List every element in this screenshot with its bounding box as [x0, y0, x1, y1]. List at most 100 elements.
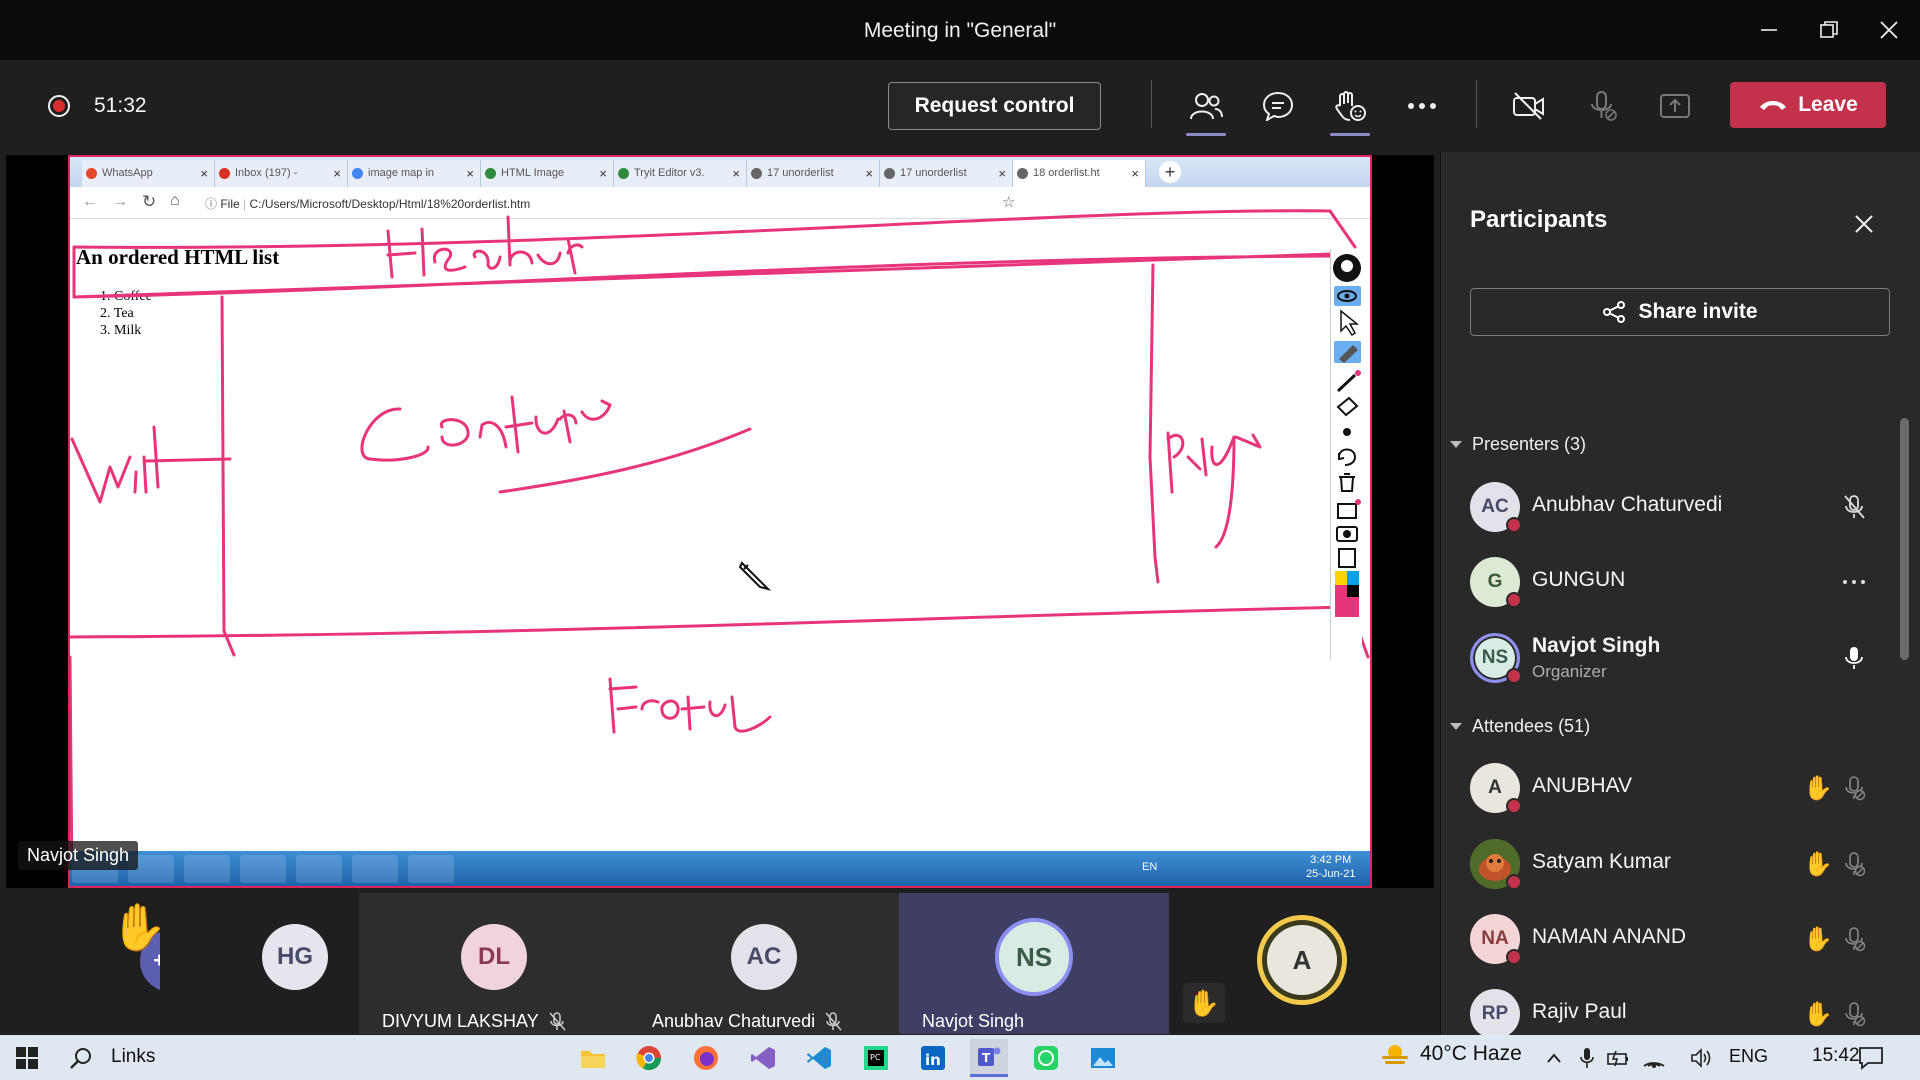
participant-row[interactable]: G GUNGUN — [1470, 552, 1880, 612]
pycharm-icon[interactable]: PC — [857, 1039, 895, 1077]
participant-name: Anubhav Chaturvedi — [1532, 493, 1723, 516]
meeting-timer: 51:32 — [94, 94, 147, 117]
share-tray-icon — [1660, 94, 1690, 118]
vscode-icon[interactable] — [800, 1039, 838, 1077]
participant-tile[interactable]: ✋ A — [1169, 893, 1439, 1034]
status-badge — [1506, 592, 1522, 608]
chat-icon — [1262, 91, 1294, 121]
status-badge — [1506, 949, 1522, 965]
leave-button[interactable]: Leave — [1730, 82, 1886, 128]
more-options-button[interactable] — [1840, 568, 1868, 596]
whatsapp-icon[interactable] — [1027, 1039, 1065, 1077]
notification-icon — [1859, 1047, 1883, 1070]
tile-name: Navjot Singh — [922, 1011, 1024, 1032]
more-icon — [1843, 580, 1865, 584]
restore-icon — [1820, 21, 1838, 38]
volume-icon[interactable] — [1688, 1039, 1716, 1077]
tray-mic-icon[interactable] — [1574, 1039, 1600, 1077]
tile-name: Anubhav Chaturvedi — [652, 1011, 843, 1032]
ink-right-word — [1166, 431, 1262, 549]
participants-button[interactable] — [1184, 84, 1228, 136]
photos-icon[interactable] — [1084, 1039, 1122, 1077]
weather-text: 40°C Haze — [1420, 1042, 1522, 1065]
close-icon — [1855, 215, 1873, 233]
wifi-icon[interactable] — [1640, 1039, 1668, 1077]
haze-icon — [1382, 1045, 1408, 1064]
close-window-button[interactable] — [1860, 0, 1918, 60]
request-control-button[interactable]: Request control — [888, 82, 1101, 130]
close-icon — [1880, 21, 1898, 39]
participant-row[interactable]: NS Navjot Singh Organizer — [1470, 628, 1880, 688]
panel-close-button[interactable] — [1850, 210, 1878, 238]
ink-center-line — [498, 427, 752, 494]
participant-row[interactable]: AC Anubhav Chaturvedi — [1470, 477, 1880, 537]
svg-text:in: in — [925, 1051, 941, 1069]
weather-widget[interactable]: 40°C Haze — [1380, 1042, 1522, 1066]
annotation-toolbar — [1330, 249, 1362, 659]
ink-left-column — [220, 295, 236, 657]
avatar: HG — [262, 924, 328, 990]
mic-off-icon — [549, 1011, 566, 1030]
ink-annotations — [70, 209, 1370, 886]
participant-tile-speaking[interactable]: NS Navjot Singh — [899, 893, 1169, 1034]
ink-header-word — [386, 215, 584, 279]
participant-row[interactable]: A ANUBHAV ✋ — [1470, 758, 1880, 818]
search-button[interactable] — [62, 1039, 100, 1077]
share-invite-label: Share invite — [1638, 300, 1758, 323]
file-explorer-icon[interactable] — [574, 1039, 612, 1077]
avatar-initials: A — [1267, 925, 1337, 995]
start-button[interactable] — [8, 1039, 46, 1077]
svg-text:PC: PC — [870, 1053, 881, 1062]
share-invite-button[interactable]: Share invite — [1470, 288, 1890, 336]
mic-disabled-icon — [1840, 774, 1868, 802]
avatar: NS — [995, 918, 1073, 996]
attendees-header[interactable]: Attendees (51) — [1450, 716, 1590, 737]
participant-row[interactable]: RP Rajiv Paul ✋ — [1470, 984, 1880, 1035]
raised-hand-icon: ✋ — [110, 901, 168, 953]
raised-hand-icon: ✋ — [1803, 850, 1833, 878]
annotation-tools-icons — [1333, 254, 1361, 617]
chrome-icon[interactable] — [630, 1039, 668, 1077]
attendees-header-label: Attendees (51) — [1472, 716, 1591, 736]
battery-icon[interactable] — [1604, 1039, 1632, 1077]
presenters-header[interactable]: Presenters (3) — [1450, 434, 1586, 455]
show-hidden-icons[interactable] — [1541, 1039, 1567, 1077]
tile-name-label: DIVYUM LAKSHAY — [382, 1011, 539, 1031]
avatar: RP — [1470, 989, 1520, 1035]
mic-toggle-button[interactable] — [1581, 84, 1625, 128]
participant-tile[interactable]: DL DIVYUM LAKSHAY — [359, 893, 629, 1034]
search-label[interactable]: Links — [111, 1046, 155, 1068]
share-tray-button[interactable] — [1653, 84, 1697, 128]
raise-hand-icon — [1335, 91, 1366, 121]
firefox-icon[interactable] — [687, 1039, 725, 1077]
minimize-button[interactable] — [1740, 0, 1798, 60]
ink-footer-word — [608, 677, 772, 734]
search-icon — [70, 1048, 91, 1069]
shared-screen[interactable]: WhatsApp × Inbox (197) - × image map in × … — [68, 155, 1372, 888]
participants-icon — [1190, 93, 1223, 120]
presenters-header-label: Presenters (3) — [1472, 434, 1587, 454]
pen-cursor-icon — [738, 561, 772, 591]
camera-toggle-button[interactable] — [1507, 84, 1551, 128]
chrome-icon — [240, 855, 286, 883]
participant-row[interactable]: Satyam Kumar ✋ — [1470, 834, 1880, 894]
restore-button[interactable] — [1800, 0, 1858, 60]
share-icon — [1603, 301, 1626, 323]
ink-left-word — [70, 425, 232, 504]
panel-title: Participants — [1470, 206, 1608, 233]
more-actions-button[interactable] — [1400, 84, 1444, 128]
teams-icon[interactable]: T — [970, 1039, 1008, 1077]
recording-icon — [48, 95, 70, 117]
input-language[interactable]: ENG — [1729, 1046, 1768, 1067]
participant-tile[interactable]: AC Anubhav Chaturvedi — [629, 893, 899, 1034]
panel-scrollbar[interactable] — [1900, 418, 1909, 660]
raise-hand-button[interactable] — [1328, 84, 1372, 136]
visual-studio-icon[interactable] — [744, 1039, 782, 1077]
participant-row[interactable]: NA NAMAN ANAND ✋ — [1470, 909, 1880, 969]
participant-role: Organizer — [1532, 662, 1607, 681]
remote-lang: EN — [1142, 861, 1158, 873]
ink-center-word — [360, 395, 612, 462]
chat-button[interactable] — [1256, 84, 1300, 128]
linkedin-icon[interactable]: in — [914, 1039, 952, 1077]
notifications-button[interactable] — [1852, 1039, 1890, 1077]
